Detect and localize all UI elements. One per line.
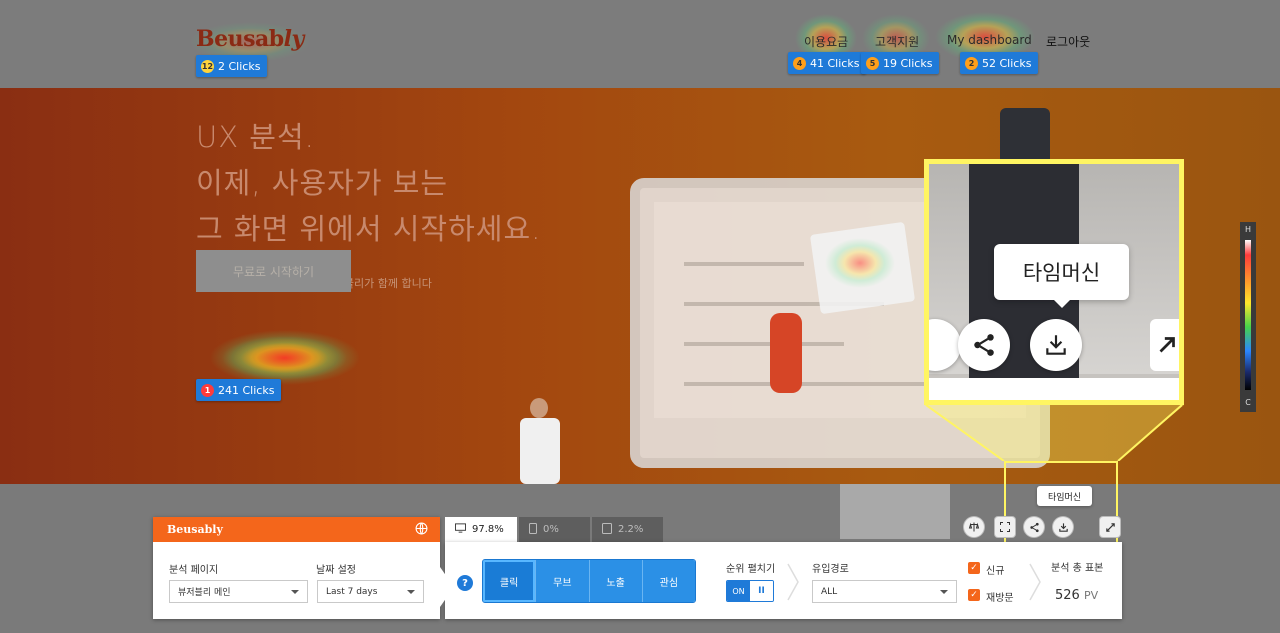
expand-icon	[1150, 319, 1179, 371]
rank-toggle[interactable]: ON II	[726, 580, 774, 602]
click-badge: 1 241 Clicks	[196, 379, 282, 401]
zoom-funnel	[924, 405, 1184, 461]
click-badge: 12 2 Clicks	[196, 55, 268, 77]
rank-badge: 1	[201, 383, 214, 397]
sample-value: 526	[1055, 588, 1080, 603]
cta-button[interactable]: 무료로 시작하기	[196, 250, 351, 292]
new-visitor-label: 신규	[986, 566, 1005, 577]
click-badge: 2 52 Clicks	[960, 52, 1039, 74]
zoom-tooltip: 타임머신	[994, 244, 1129, 308]
pause-icon: II	[750, 581, 773, 601]
date-label: 날짜 설정	[316, 565, 356, 576]
hero-title-line: 그 화면 위에서 시작하세요.	[196, 212, 542, 246]
site-header: Beusably 이용요금 고객지원 My dashboard 로그아웃 12 …	[0, 0, 1280, 88]
separator-chevron	[1029, 563, 1041, 601]
nav-dashboard[interactable]: My dashboard	[947, 33, 1032, 47]
rank-expand-label: 순위 펼치기	[726, 564, 776, 575]
collapse-button[interactable]	[1100, 517, 1120, 537]
panel-logo: Beusably	[167, 523, 223, 536]
mobile-icon	[529, 522, 537, 537]
new-visitor-checkbox[interactable]: ✓	[968, 562, 980, 574]
click-count: 241 Clicks	[218, 383, 275, 397]
share-icon	[1029, 522, 1039, 532]
download-icon	[1030, 319, 1082, 371]
help-icon[interactable]: ?	[457, 575, 473, 591]
rank-badge: 5	[866, 56, 879, 70]
chevron-down-icon	[291, 589, 299, 594]
date-select[interactable]: Last 7 days	[317, 580, 424, 603]
nav-logout[interactable]: 로그아웃	[1046, 33, 1090, 50]
zoom-callout: 타임머신	[924, 159, 1184, 405]
click-badge: 5 19 Clicks	[861, 52, 940, 74]
globe-icon[interactable]	[415, 520, 428, 539]
click-count: 52 Clicks	[982, 56, 1032, 70]
tab-mobile[interactable]: 0%	[519, 517, 590, 542]
hero-title-line: 이제, 사용자가 보는	[196, 166, 449, 200]
mode-click-button[interactable]: 클릭	[483, 560, 537, 602]
tab-desktop[interactable]: 97.8%	[445, 517, 517, 542]
tablet-icon	[602, 522, 612, 537]
source-select[interactable]: ALL	[812, 580, 957, 603]
date-select-value: Last 7 days	[326, 586, 378, 597]
tab-mobile-label: 0%	[543, 524, 559, 535]
tab-desktop-label: 97.8%	[472, 524, 504, 535]
capture-icon[interactable]	[995, 517, 1015, 537]
mode-interest-button[interactable]: 관심	[642, 560, 695, 602]
page-select[interactable]: 뷰저블리 메인	[169, 580, 308, 603]
collapse-icon	[1105, 522, 1115, 532]
mode-exposure-button[interactable]: 노출	[589, 560, 643, 602]
heatmap-mode-group: 클릭 무브 노출 관심	[482, 559, 696, 603]
returning-visitor-checkbox[interactable]: ✓	[968, 589, 980, 601]
click-count: 19 Clicks	[883, 56, 933, 70]
share-button[interactable]	[1024, 517, 1044, 537]
analysis-settings-panel: Beusably 분석 페이지 날짜 설정	[153, 517, 440, 619]
click-count: 41 Clicks	[810, 56, 860, 70]
nav-pricing[interactable]: 이용요금	[804, 33, 848, 50]
tab-tablet-label: 2.2%	[618, 524, 644, 535]
chevron-down-icon	[407, 589, 415, 594]
chevron-down-icon	[940, 589, 948, 594]
source-select-value: ALL	[821, 586, 838, 597]
rank-badge: 2	[965, 56, 978, 70]
download-icon	[1058, 522, 1068, 532]
rank-badge: 4	[793, 56, 806, 70]
toggle-on-label: ON	[727, 581, 750, 601]
nav-support[interactable]: 고객지원	[875, 33, 919, 50]
returning-visitor-label: 재방문	[986, 593, 1014, 604]
desktop-icon	[455, 523, 466, 536]
timemachine-button[interactable]	[1053, 517, 1073, 537]
person-illustration	[770, 313, 802, 393]
scale-high-label: H	[1244, 225, 1251, 234]
sample-unit: PV	[1083, 589, 1099, 602]
page-select-value: 뷰저블리 메인	[178, 588, 231, 598]
tab-tablet[interactable]: 2.2%	[592, 517, 663, 542]
click-count: 2 Clicks	[218, 59, 261, 73]
monitor-stand-illustration	[840, 484, 950, 539]
rank-badge: 12	[201, 59, 214, 73]
person-illustration	[520, 418, 560, 484]
person-head-illustration	[530, 398, 548, 418]
site-logo[interactable]: Beusably	[196, 26, 304, 52]
sample-count: 526 PV	[1055, 588, 1098, 603]
timemachine-tooltip: 타임머신	[1037, 486, 1092, 506]
compare-icon[interactable]	[964, 517, 984, 537]
sample-label: 분석 총 표본	[1051, 563, 1104, 574]
scale-low-label: C	[1245, 398, 1251, 407]
click-badge: 4 41 Clicks	[788, 52, 867, 74]
share-icon	[958, 319, 1010, 371]
hero-title-line: UX 분석.	[196, 120, 315, 154]
source-label: 유입경로	[812, 564, 849, 575]
panel-arrow	[430, 567, 454, 607]
page-label: 분석 페이지	[169, 565, 219, 576]
heatmap-card-illustration	[809, 221, 916, 315]
mode-move-button[interactable]: 무브	[536, 560, 590, 602]
separator-chevron	[787, 563, 799, 601]
heatmap-color-scale: H C	[1240, 222, 1256, 412]
